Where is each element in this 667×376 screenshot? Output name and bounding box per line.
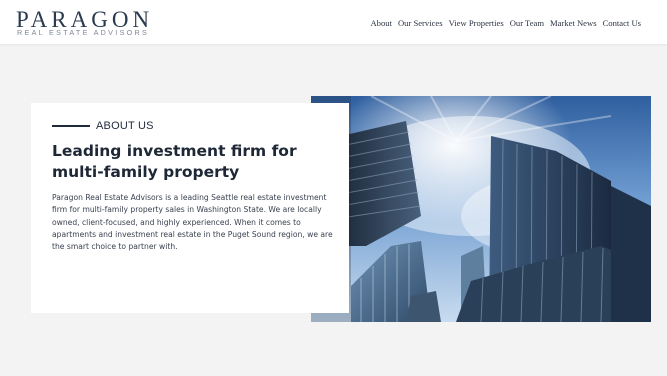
skyscrapers-photo: [311, 96, 651, 322]
nav-our-team[interactable]: Our Team: [510, 18, 544, 28]
main-nav: About Our Services View Properties Our T…: [370, 18, 641, 28]
eyebrow-label: ABOUT US: [96, 120, 154, 132]
nav-view-properties[interactable]: View Properties: [449, 18, 504, 28]
about-heading: Leading investment firm for multi-family…: [52, 142, 297, 181]
about-card: ABOUT US Leading investment firm for mul…: [31, 103, 349, 313]
eyebrow-divider: [52, 125, 90, 127]
logo-tagline: REAL ESTATE ADVISORS: [17, 28, 150, 37]
site-header: PARAGON REAL ESTATE ADVISORS About Our S…: [0, 0, 667, 44]
paragon-logo[interactable]: PARAGON REAL ESTATE ADVISORS: [16, 8, 166, 38]
about-description: Paragon Real Estate Advisors is a leadin…: [52, 193, 333, 252]
about-eyebrow: ABOUT US: [52, 120, 154, 132]
nav-contact-us[interactable]: Contact Us: [603, 18, 641, 28]
nav-market-news[interactable]: Market News: [550, 18, 597, 28]
nav-about[interactable]: About: [370, 18, 391, 28]
nav-our-services[interactable]: Our Services: [398, 18, 443, 28]
